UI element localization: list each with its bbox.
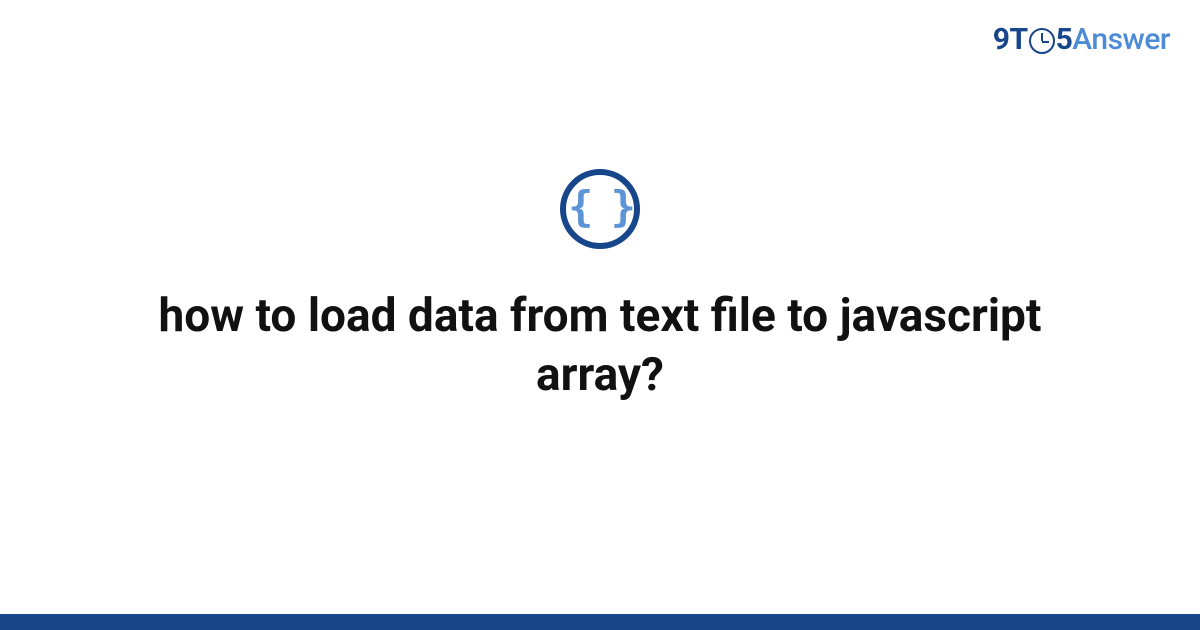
category-badge: { } [560, 169, 640, 249]
footer-accent-bar [0, 614, 1200, 630]
braces-icon: { } [568, 186, 632, 228]
main-content: { } how to load data from text file to j… [0, 0, 1200, 602]
question-title: how to load data from text file to javas… [125, 287, 1075, 405]
